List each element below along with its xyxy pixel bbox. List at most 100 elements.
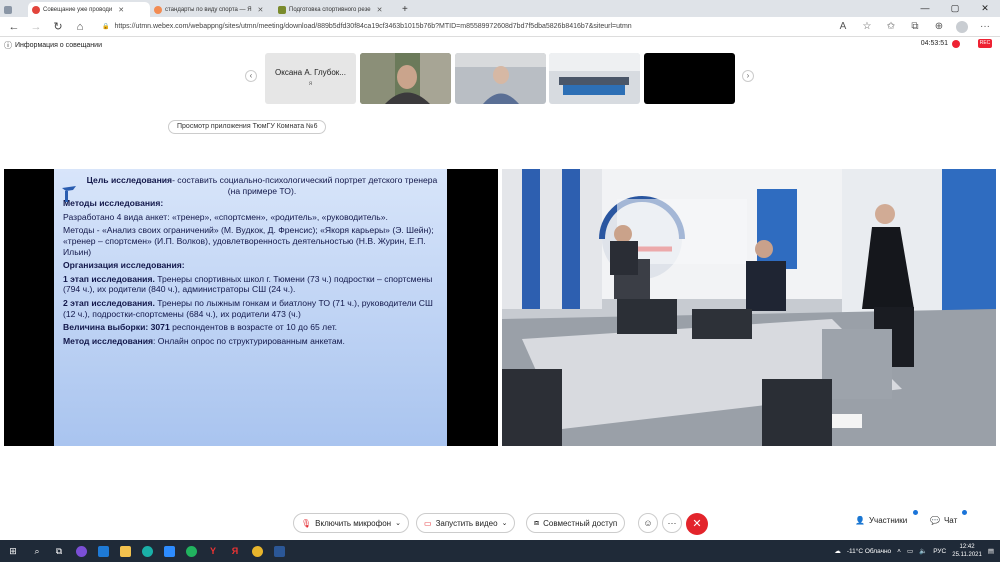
new-tab-button[interactable]: + <box>398 2 412 17</box>
url-field[interactable]: 🔒 https://utmn.webex.com/webappng/sites/… <box>96 18 826 35</box>
slide-text: Величина выборки: 3071 <box>63 322 170 333</box>
weather-text[interactable]: -11°C Облачно <box>847 548 891 555</box>
start-video-button[interactable]: ▭ Запустить видео ⌄ <box>416 513 516 533</box>
windows-start-icon[interactable]: ⊞ <box>0 540 26 562</box>
conference-room-video <box>502 169 996 446</box>
browser-tab-strip: Совещание уже проводи ✕ стандарты по вид… <box>0 0 1000 17</box>
share-icon: ⧈ <box>534 518 540 527</box>
participant-thumbnail-self[interactable]: Оксана А. Глубок... я <box>265 53 356 104</box>
chat-button[interactable]: 💬 Чат <box>930 510 967 525</box>
participants-label: Участники <box>868 516 908 525</box>
collections-icon[interactable]: ⧉ <box>908 21 922 32</box>
tab-actions-icon <box>4 5 12 14</box>
zoom-icon[interactable] <box>158 540 180 562</box>
close-icon: ✕ <box>692 518 702 530</box>
leave-meeting-button[interactable]: ✕ <box>686 513 708 535</box>
tab-actions-button[interactable] <box>0 2 28 17</box>
chevron-down-icon[interactable]: ⌄ <box>395 519 401 527</box>
share-content-button[interactable]: ⧈ Совместный доступ <box>526 513 626 533</box>
participants-button[interactable]: 👤 Участники <box>855 510 918 525</box>
read-aloud-icon[interactable]: A <box>836 21 850 32</box>
slide-text: Организация исследования: <box>63 260 185 271</box>
recording-badge: REC <box>978 39 992 48</box>
refresh-icon[interactable]: ↻ <box>52 20 64 33</box>
recording-indicator-icon <box>952 40 960 48</box>
yandex-favicon-icon <box>154 5 162 14</box>
slide-text: : Онлайн опрос по структурированным анке… <box>153 335 345 346</box>
reactions-button[interactable]: ☺ <box>638 513 658 533</box>
weather-icon: ☁ <box>834 548 841 555</box>
tray-chevron-icon[interactable]: ˄ <box>897 548 901 555</box>
home-icon[interactable]: ⌂ <box>74 21 86 33</box>
thumbnails-prev-button[interactable]: ‹ <box>245 70 257 82</box>
tyumgu-logo-icon <box>62 186 76 202</box>
maximize-icon[interactable]: ▢ <box>940 0 970 17</box>
slide-sample: Величина выборки: 3071 респондентов в во… <box>63 322 439 333</box>
favorites-icon[interactable]: ✩ <box>884 21 898 32</box>
clock[interactable]: 12:42 25.11.2021 <box>952 543 982 559</box>
participant-video-thumbnail[interactable] <box>549 53 640 104</box>
chat-icon: 💬 <box>930 516 940 525</box>
search-icon[interactable]: ⌕ <box>26 540 48 562</box>
notification-dot <box>913 510 918 515</box>
meeting-info-button[interactable]: ⓘ Информация о совещании <box>4 40 102 51</box>
more-options-button[interactable]: ··· <box>662 513 682 533</box>
chrome-icon[interactable] <box>246 540 268 562</box>
site-favicon-icon <box>278 5 286 14</box>
forward-icon[interactable]: → <box>30 21 42 33</box>
close-icon[interactable]: ✕ <box>258 6 264 14</box>
volume-icon[interactable]: 🔈 <box>919 547 927 555</box>
room-button-label: Просмотр приложения ТюмГУ Комната №6 <box>177 123 318 130</box>
plus-icon: + <box>402 4 408 15</box>
slide-text: респондентов в возрасте от 10 до 65 лет. <box>169 322 338 333</box>
window-controls: — ▢ ✕ <box>910 0 1000 17</box>
word-icon[interactable] <box>268 540 290 562</box>
windows-taskbar: ⊞ ⌕ ⧉ Y Я ☁ -11°C Облачно ˄ ▭ 🔈 РУС 12:4… <box>0 540 1000 562</box>
network-icon[interactable]: ▭ <box>907 547 913 555</box>
participant-video-thumbnail[interactable] <box>455 53 546 104</box>
app-icon[interactable] <box>70 540 92 562</box>
close-icon[interactable]: ✕ <box>377 6 383 14</box>
notifications-icon[interactable]: ▤ <box>988 547 994 555</box>
close-window-icon[interactable]: ✕ <box>970 0 1000 17</box>
video-label: Запустить видео <box>435 518 498 528</box>
slide-text: 1 этап исследования. <box>63 273 155 284</box>
share-label: Совместный доступ <box>543 518 618 528</box>
participant-self-label: я <box>308 81 313 87</box>
chat-label: Чат <box>943 516 958 525</box>
edge-browser-icon[interactable] <box>136 540 158 562</box>
slide-methods-title: Методы исследования: <box>63 198 439 209</box>
close-icon[interactable]: ✕ <box>118 6 124 14</box>
file-explorer-icon[interactable] <box>114 540 136 562</box>
slide-org-title: Организация исследования: <box>63 260 439 271</box>
room-app-view-button[interactable]: Просмотр приложения ТюмГУ Комната №6 <box>168 120 327 134</box>
browser-tab-preparation[interactable]: Подготовка спортивного резе ✕ <box>274 2 398 17</box>
task-view-icon[interactable]: ⧉ <box>48 540 70 562</box>
shared-content-stage: Цель исследования- составить социально-п… <box>4 169 498 446</box>
browser-tab-standards[interactable]: стандарты по виду спорта — Я ✕ <box>150 2 274 17</box>
participant-video-thumbnail[interactable] <box>360 53 451 104</box>
participant-video <box>549 53 640 104</box>
minimize-icon[interactable]: — <box>910 0 940 17</box>
yandex-browser-icon[interactable]: Я <box>224 540 246 562</box>
chevron-down-icon[interactable]: ⌄ <box>502 519 508 527</box>
profile-avatar[interactable] <box>956 20 968 33</box>
webex-icon[interactable] <box>180 540 202 562</box>
tab-label: Подготовка спортивного резе <box>289 6 371 13</box>
more-menu-icon[interactable]: ··· <box>978 21 992 32</box>
slide-stage2: 2 этап исследования. Тренеры по лыжным г… <box>63 298 439 319</box>
favorite-star-icon[interactable]: ☆ <box>860 21 874 32</box>
thumbnails-next-button[interactable]: › <box>742 70 754 82</box>
unmute-microphone-button[interactable]: 🎙 Включить микрофон ⌄ <box>293 513 409 533</box>
participant-video-thumbnail[interactable] <box>644 53 735 104</box>
participant-video <box>455 53 546 104</box>
mail-icon[interactable] <box>92 540 114 562</box>
webex-favicon-icon <box>32 5 40 14</box>
profile-sync-icon[interactable]: ⊕ <box>932 21 946 32</box>
back-icon[interactable]: ← <box>8 21 20 33</box>
language-indicator[interactable]: РУС <box>933 548 946 555</box>
video-off-icon: ▭ <box>424 518 432 528</box>
participants-icon: 👤 <box>855 516 865 525</box>
browser-tab-webex[interactable]: Совещание уже проводи ✕ <box>28 2 150 17</box>
yandex-icon[interactable]: Y <box>202 540 224 562</box>
